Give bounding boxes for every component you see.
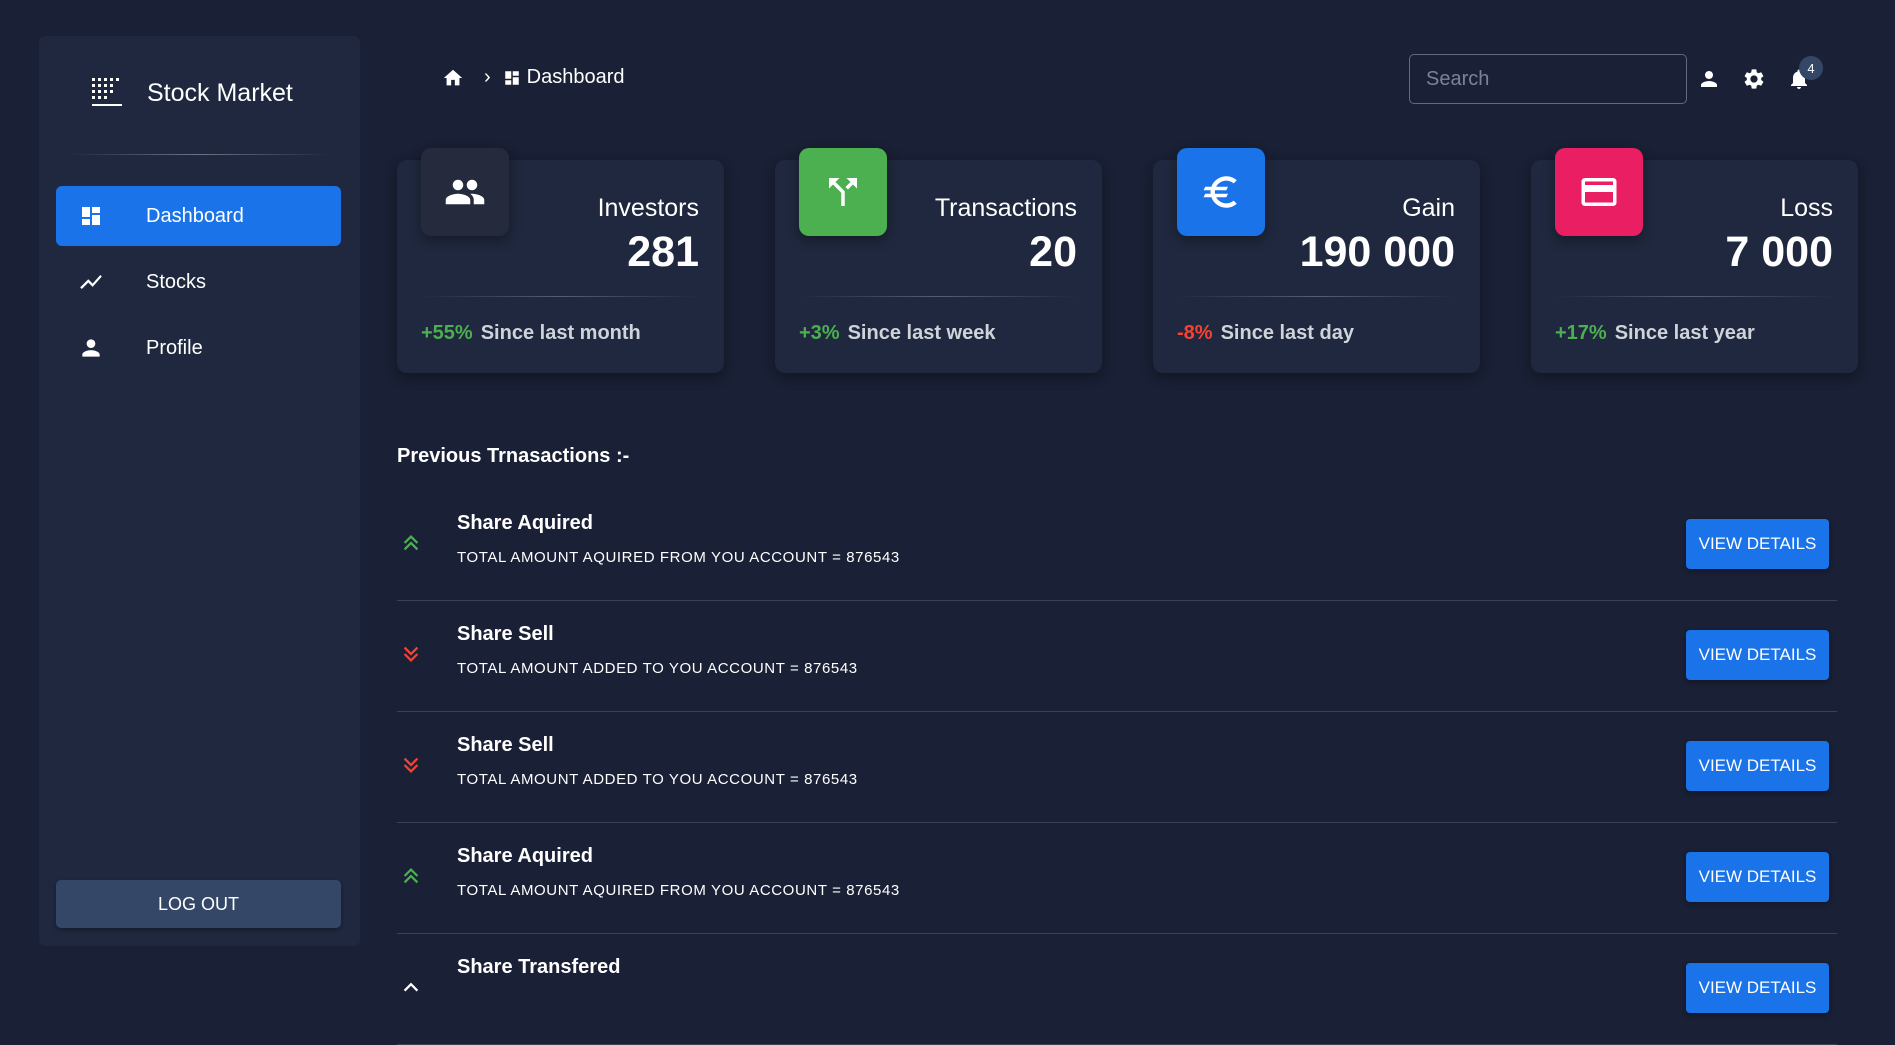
arrow-up-icon [403, 982, 419, 992]
card-value: 190 000 [1299, 228, 1455, 276]
stat-card-investors: Investors 281 +55% Since last month [397, 148, 724, 373]
list-item: Share Sell TOTAL AMOUNT ADDED TO YOU ACC… [397, 601, 1837, 712]
card-footer: -8% Since last day [1177, 322, 1354, 345]
sidebar-item-label: Dashboard [146, 204, 244, 227]
section-title: Previous Trnasactions :- [397, 445, 630, 467]
transaction-title: Share Sell [457, 623, 554, 645]
transaction-title: Share Sell [457, 734, 554, 756]
gear-icon[interactable] [1742, 67, 1766, 91]
breadcrumb-current[interactable]: Dashboard [527, 66, 625, 89]
stat-card-gain: Gain 190 000 -8% Since last day [1153, 148, 1480, 373]
transaction-title: Share Transfered [457, 956, 621, 978]
call-split-icon [799, 148, 887, 236]
account-icon[interactable] [1697, 67, 1721, 91]
home-icon[interactable] [442, 67, 464, 89]
brand-label: Stock Market [147, 78, 293, 107]
view-details-button[interactable]: VIEW DETAILS [1686, 519, 1829, 569]
card-divider [1555, 296, 1834, 297]
person-icon [78, 335, 104, 361]
sidebar-item-profile[interactable]: Profile [56, 318, 341, 378]
trending-up-icon [78, 269, 104, 295]
list-item: Share Aquired TOTAL AMOUNT AQUIRED FROM … [397, 490, 1837, 601]
card-title: Transactions [934, 194, 1077, 222]
dashboard-icon [504, 70, 519, 85]
view-details-button[interactable]: VIEW DETAILS [1686, 630, 1829, 680]
view-details-button[interactable]: VIEW DETAILS [1686, 852, 1829, 902]
card-divider [1177, 296, 1456, 297]
sidebar-nav: Dashboard Stocks Profile [56, 186, 341, 384]
transaction-description: TOTAL AMOUNT ADDED TO YOU ACCOUNT = 8765… [457, 771, 858, 788]
sidebar-divider [69, 154, 330, 155]
breadcrumb-separator: › [484, 66, 491, 88]
list-item: Share Transfered VIEW DETAILS [397, 934, 1837, 1045]
double-arrow-up-icon [403, 534, 419, 551]
view-details-button[interactable]: VIEW DETAILS [1686, 741, 1829, 791]
change-period: Since last week [847, 322, 996, 344]
change-percent: -8% [1177, 322, 1213, 344]
sidebar-item-label: Stocks [146, 270, 207, 293]
stat-card-transactions: Transactions 20 +3% Since last week [775, 148, 1102, 373]
transaction-description: TOTAL AMOUNT ADDED TO YOU ACCOUNT = 8765… [457, 660, 858, 677]
sidebar-item-label: Profile [146, 336, 203, 359]
change-percent: +55% [421, 322, 473, 344]
transaction-title: Share Aquired [457, 512, 593, 534]
card-value: 7 000 [1725, 228, 1833, 276]
card-title: Loss [1780, 194, 1833, 222]
people-icon [421, 148, 509, 236]
stat-card-loss: Loss 7 000 +17% Since last year [1531, 148, 1858, 373]
card-divider [421, 296, 700, 297]
dashboard-icon [78, 203, 104, 229]
transaction-description: TOTAL AMOUNT AQUIRED FROM YOU ACCOUNT = … [457, 549, 900, 566]
change-period: Since last year [1614, 322, 1755, 344]
change-percent: +17% [1555, 322, 1607, 344]
euro-icon [1177, 148, 1265, 236]
logout-button[interactable]: LOG OUT [56, 880, 341, 928]
grid-building-icon [92, 78, 122, 106]
view-details-button[interactable]: VIEW DETAILS [1686, 963, 1829, 1013]
change-percent: +3% [799, 322, 840, 344]
card-value: 20 [1029, 228, 1077, 276]
wallet-icon [1555, 148, 1643, 236]
notification-badge: 4 [1799, 56, 1823, 80]
transaction-description: TOTAL AMOUNT AQUIRED FROM YOU ACCOUNT = … [457, 882, 900, 899]
card-title: Investors [597, 194, 699, 222]
double-arrow-down-icon [403, 757, 419, 774]
list-item: Share Aquired TOTAL AMOUNT AQUIRED FROM … [397, 823, 1837, 934]
card-title: Gain [1402, 194, 1455, 222]
sidebar-item-stocks[interactable]: Stocks [56, 252, 341, 312]
search-input[interactable] [1409, 54, 1687, 104]
card-footer: +17% Since last year [1555, 322, 1755, 345]
change-period: Since last month [480, 322, 641, 344]
sidebar: Stock Market Dashboard Stocks Profile LO… [39, 36, 360, 946]
card-value: 281 [627, 228, 699, 276]
double-arrow-down-icon [403, 646, 419, 663]
sidebar-item-dashboard[interactable]: Dashboard [56, 186, 341, 246]
double-arrow-up-icon [403, 867, 419, 884]
brand[interactable]: Stock Market [90, 76, 293, 110]
card-footer: +3% Since last week [799, 322, 995, 345]
transaction-title: Share Aquired [457, 845, 593, 867]
transactions-list: Share Aquired TOTAL AMOUNT AQUIRED FROM … [397, 490, 1837, 1045]
list-item: Share Sell TOTAL AMOUNT ADDED TO YOU ACC… [397, 712, 1837, 823]
card-divider [799, 296, 1078, 297]
card-footer: +55% Since last month [421, 322, 641, 345]
change-period: Since last day [1220, 322, 1354, 344]
breadcrumb: › Dashboard [442, 66, 625, 89]
